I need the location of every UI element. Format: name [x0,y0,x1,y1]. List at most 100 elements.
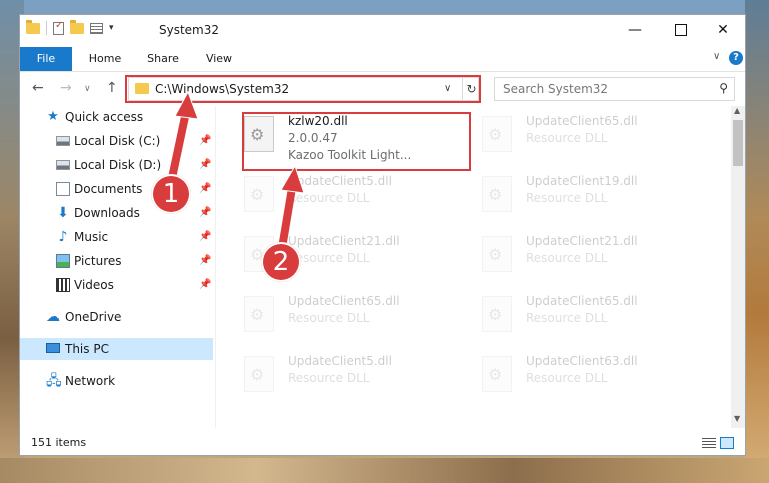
dll-file-icon [482,356,512,392]
dll-file-icon [482,236,512,272]
minimize-button[interactable]: — [612,15,658,47]
sidebar-item-label: OneDrive [65,310,122,324]
tab-view[interactable]: View [196,47,242,71]
vertical-scrollbar[interactable]: ▲ ▼ [731,106,745,428]
pin-icon[interactable]: 📌 [199,226,211,248]
sidebar-item-quick-access[interactable]: ★ Quick access [20,106,213,128]
file-tile[interactable]: UpdateClient21.dll Resource DLL [454,230,690,290]
toolbar-divider [46,21,47,35]
refresh-button[interactable]: ↻ [462,78,480,100]
sidebar-item-videos[interactable]: Videos 📌 [20,274,213,296]
pin-icon[interactable]: 📌 [199,130,211,152]
file-tile[interactable]: UpdateClient5.dll Resource DLL [216,350,452,410]
sidebar-item-label: Network [65,374,116,388]
chevron-down-icon[interactable]: ▾ [109,23,114,33]
sidebar-item-label: Documents [74,182,143,196]
cloud-icon: ☁ [46,309,60,325]
file-tile[interactable]: UpdateClient19.dll Resource DLL [454,170,690,230]
ribbon-expand-icon[interactable]: ∨ [713,51,720,62]
address-bar[interactable]: C:\Windows\System32 ∨ ↻ [128,77,479,101]
file-name: UpdateClient65.dll [288,294,400,308]
pin-icon[interactable]: 📌 [199,274,211,296]
sidebar-item-label: This PC [65,342,109,356]
videos-icon [56,278,70,292]
close-button[interactable]: ✕ [700,15,745,47]
sidebar-item-network[interactable]: 🖧 Network [20,370,213,392]
document-icon [56,182,70,196]
sidebar-item-pictures[interactable]: Pictures 📌 [20,250,213,272]
title-bar: ▾ System32 — ✕ [20,15,745,47]
tab-home[interactable]: Home [82,47,128,71]
file-name: UpdateClient65.dll [526,294,638,308]
file-explorer-window: ▾ System32 — ✕ File Home Share View ∨ ? … [19,14,746,456]
file-tile[interactable]: UpdateClient21.dll Resource DLL [216,230,452,290]
address-dropdown-button[interactable]: ∨ [444,83,451,94]
details-view-icon[interactable] [702,438,716,449]
sidebar-item-local-disk-d[interactable]: Local Disk (D:) 📌 [20,154,213,176]
maximize-icon [675,24,687,36]
dll-file-icon [244,356,274,392]
dll-file-icon [244,296,274,332]
scroll-thumb[interactable] [733,120,743,166]
tab-share[interactable]: Share [140,47,186,71]
desktop-background-bottom [0,458,769,483]
sidebar-item-this-pc[interactable]: This PC [20,338,213,360]
navigation-pane: ★ Quick access Local Disk (C:) 📌 Local D… [20,106,216,428]
sidebar-item-onedrive[interactable]: ☁ OneDrive [20,306,213,328]
search-icon[interactable]: ⚲ [719,81,728,95]
file-type: Resource DLL [288,371,370,385]
sidebar-item-music[interactable]: ♪ Music 📌 [20,226,213,248]
pin-icon[interactable]: 📌 [199,202,211,224]
address-path[interactable]: C:\Windows\System32 [155,82,289,96]
sidebar-item-label: Videos [74,278,114,292]
pin-icon[interactable]: 📌 [199,250,211,272]
file-name: UpdateClient5.dll [288,354,392,368]
callout-step-1: 1 [151,174,191,214]
scroll-up-icon[interactable]: ▲ [734,106,740,115]
navigation-bar: ← → ∨ ↑ C:\Windows\System32 ∨ ↻ Search S… [20,72,745,106]
customize-list-icon[interactable] [90,22,103,34]
help-icon[interactable]: ? [729,51,743,65]
tab-file[interactable]: File [20,47,72,71]
file-name: UpdateClient5.dll [288,174,392,188]
file-tile[interactable]: kzlw20.dll 2.0.0.47 Kazoo Toolkit Light.… [216,110,452,170]
pin-icon[interactable]: 📌 [199,178,211,200]
file-name: UpdateClient19.dll [526,174,638,188]
file-tile[interactable]: UpdateClient65.dll Resource DLL [454,290,690,350]
window-title: System32 [159,23,220,37]
file-type: Resource DLL [526,311,608,325]
file-name: UpdateClient63.dll [526,354,638,368]
forward-button[interactable]: → [60,80,72,96]
sidebar-item-label: Pictures [74,254,122,268]
file-type: Resource DLL [526,191,608,205]
music-icon: ♪ [58,229,68,245]
new-folder-icon[interactable] [70,19,84,34]
file-type: Resource DLL [288,311,370,325]
search-box[interactable]: Search System32 ⚲ [494,77,735,101]
file-tile[interactable]: UpdateClient65.dll Resource DLL [216,290,452,350]
scroll-down-icon[interactable]: ▼ [734,414,740,423]
pc-icon [46,343,60,353]
file-tile[interactable]: UpdateClient65.dll Resource DLL [454,110,690,170]
item-count: 151 items [31,436,87,449]
quick-access-toolbar: ▾ [26,19,114,35]
search-input[interactable]: Search System32 [503,82,608,96]
up-button[interactable]: ↑ [106,80,118,96]
file-tile[interactable]: UpdateClient63.dll Resource DLL [454,350,690,410]
file-name: kzlw20.dll [288,114,348,128]
properties-icon[interactable] [53,20,64,35]
large-icons-view-icon[interactable] [720,437,734,449]
maximize-button[interactable] [658,15,704,47]
folder-icon[interactable] [26,19,40,34]
content-area: ★ Quick access Local Disk (C:) 📌 Local D… [20,106,745,428]
dll-file-icon [482,296,512,332]
ribbon-tabs: File Home Share View ∨ ? [20,47,745,72]
sidebar-item-label: Music [74,230,109,244]
dll-file-icon [244,176,274,212]
pin-icon[interactable]: 📌 [199,154,211,176]
file-tile[interactable]: UpdateClient5.dll Resource DLL [216,170,452,230]
sidebar-item-label: Quick access [65,110,144,124]
sidebar-item-local-disk-c[interactable]: Local Disk (C:) 📌 [20,130,213,152]
back-button[interactable]: ← [32,80,44,96]
recent-locations-button[interactable]: ∨ [84,84,91,94]
